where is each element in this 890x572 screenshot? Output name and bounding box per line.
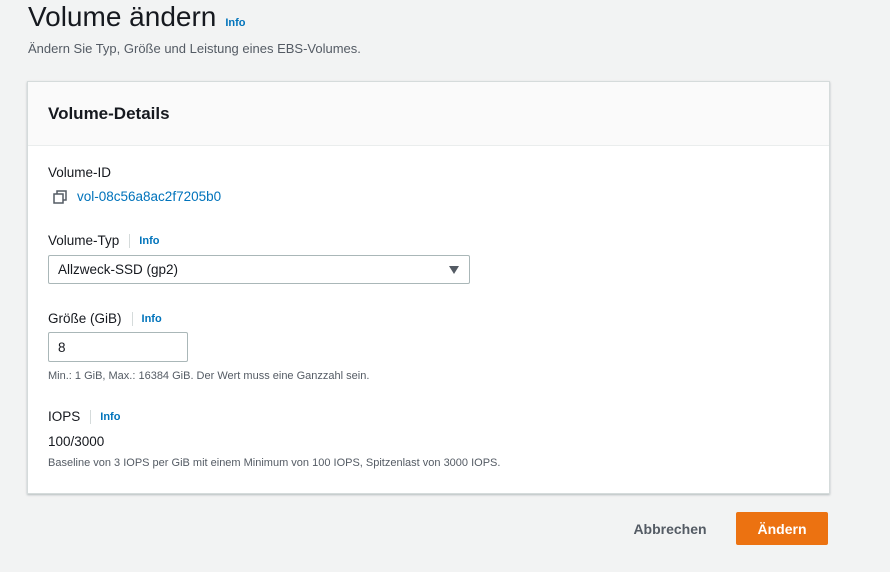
title-info-link[interactable]: Info bbox=[225, 6, 245, 40]
iops-hint: Baseline von 3 IOPS per GiB mit einem Mi… bbox=[48, 457, 501, 469]
label-divider bbox=[129, 233, 131, 248]
iops-label-text: IOPS bbox=[48, 409, 81, 424]
modify-button[interactable]: Ändern bbox=[736, 512, 828, 545]
caret-down-icon bbox=[449, 265, 459, 274]
label-divider bbox=[90, 409, 92, 424]
iops-info-link[interactable]: Info bbox=[100, 411, 120, 423]
size-info-link[interactable]: Info bbox=[142, 313, 162, 325]
volume-type-select[interactable]: Allzweck-SSD (gp2) bbox=[48, 255, 470, 284]
size-label-text: Größe (GiB) bbox=[48, 311, 122, 326]
volume-type-field: Volume-Typ Info Allzweck-SSD (gp2) bbox=[48, 233, 470, 284]
volume-details-panel: Volume-Details Volume-ID vol-08c56a8ac2f… bbox=[27, 81, 830, 494]
size-hint: Min.: 1 GiB, Max.: 16384 GiB. Der Wert m… bbox=[48, 370, 370, 382]
iops-label: IOPS Info bbox=[48, 409, 500, 424]
size-input[interactable] bbox=[48, 332, 188, 362]
page-title-text: Volume ändern bbox=[28, 1, 217, 32]
volume-id-row: vol-08c56a8ac2f7205b0 bbox=[48, 189, 221, 204]
volume-type-info-link[interactable]: Info bbox=[139, 235, 159, 247]
panel-heading: Volume-Details bbox=[28, 82, 829, 146]
copy-icon[interactable] bbox=[53, 189, 67, 204]
volume-type-label-text: Volume-Typ bbox=[48, 233, 120, 248]
action-bar: Abbrechen Ändern bbox=[0, 512, 890, 545]
volume-id-field: Volume-ID vol-08c56a8ac2f7205b0 bbox=[48, 165, 221, 204]
volume-id-link[interactable]: vol-08c56a8ac2f7205b0 bbox=[77, 189, 221, 204]
volume-type-selected: Allzweck-SSD (gp2) bbox=[58, 262, 179, 277]
iops-field: IOPS Info 100/3000 Baseline von 3 IOPS p… bbox=[48, 409, 500, 469]
page-description: Ändern Sie Typ, Größe und Leistung eines… bbox=[28, 41, 361, 56]
page-title: Volume ändern Info bbox=[28, 0, 246, 40]
size-label: Größe (GiB) Info bbox=[48, 311, 369, 326]
size-field: Größe (GiB) Info Min.: 1 GiB, Max.: 1638… bbox=[48, 311, 369, 382]
cancel-button[interactable]: Abbrechen bbox=[619, 512, 721, 545]
iops-value: 100/3000 bbox=[48, 434, 105, 449]
label-divider bbox=[131, 311, 133, 326]
volume-type-label: Volume-Typ Info bbox=[48, 233, 470, 248]
volume-id-label: Volume-ID bbox=[48, 165, 112, 180]
